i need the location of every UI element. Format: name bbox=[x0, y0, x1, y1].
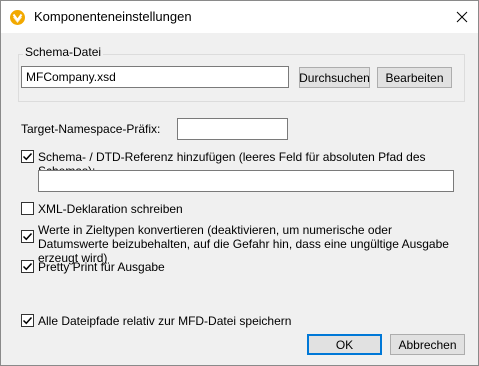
close-button[interactable] bbox=[448, 4, 476, 30]
title-bar: Komponenteneinstellungen bbox=[1, 1, 478, 33]
schema-file-input[interactable]: MFCompany.xsd bbox=[21, 66, 289, 88]
pretty-print-option[interactable]: Pretty Print für Ausgabe bbox=[21, 260, 165, 274]
convert-types-label: Werte in Zieltypen konvertieren (deaktiv… bbox=[38, 223, 449, 265]
namespace-prefix-input[interactable] bbox=[177, 118, 288, 140]
pretty-print-checkbox[interactable] bbox=[21, 260, 34, 273]
namespace-prefix-label: Target-Namespace-Präfix: bbox=[21, 122, 161, 136]
relative-paths-option[interactable]: Alle Dateipfade relativ zur MFD-Datei sp… bbox=[21, 314, 291, 328]
window-title: Komponenteneinstellungen bbox=[34, 9, 192, 24]
checkmark-icon bbox=[22, 152, 33, 161]
schema-path-input[interactable] bbox=[38, 170, 454, 192]
schema-file-legend: Schema-Datei bbox=[23, 45, 104, 59]
cancel-button[interactable]: Abbrechen bbox=[390, 334, 465, 355]
xml-declaration-label: XML-Deklaration schreiben bbox=[38, 202, 183, 216]
dialog-window: Komponenteneinstellungen Schema-Datei MF… bbox=[0, 0, 479, 366]
xml-declaration-checkbox[interactable] bbox=[21, 202, 34, 215]
xml-declaration-option[interactable]: XML-Deklaration schreiben bbox=[21, 202, 183, 216]
convert-types-checkbox[interactable] bbox=[21, 230, 34, 243]
pretty-print-label: Pretty Print für Ausgabe bbox=[38, 260, 165, 274]
close-icon bbox=[456, 11, 468, 23]
checkmark-icon bbox=[22, 316, 33, 325]
add-schema-ref-checkbox[interactable] bbox=[21, 150, 34, 163]
convert-types-option[interactable]: Werte in Zieltypen konvertieren (deaktiv… bbox=[21, 223, 461, 265]
checkmark-icon bbox=[22, 262, 33, 271]
ok-button[interactable]: OK bbox=[307, 334, 382, 355]
mapforce-app-icon bbox=[10, 10, 25, 25]
relative-paths-label: Alle Dateipfade relativ zur MFD-Datei sp… bbox=[38, 314, 292, 328]
edit-button[interactable]: Bearbeiten bbox=[377, 67, 452, 88]
relative-paths-checkbox[interactable] bbox=[21, 314, 34, 327]
browse-button[interactable]: Durchsuchen bbox=[299, 67, 370, 88]
checkmark-icon bbox=[22, 232, 33, 241]
